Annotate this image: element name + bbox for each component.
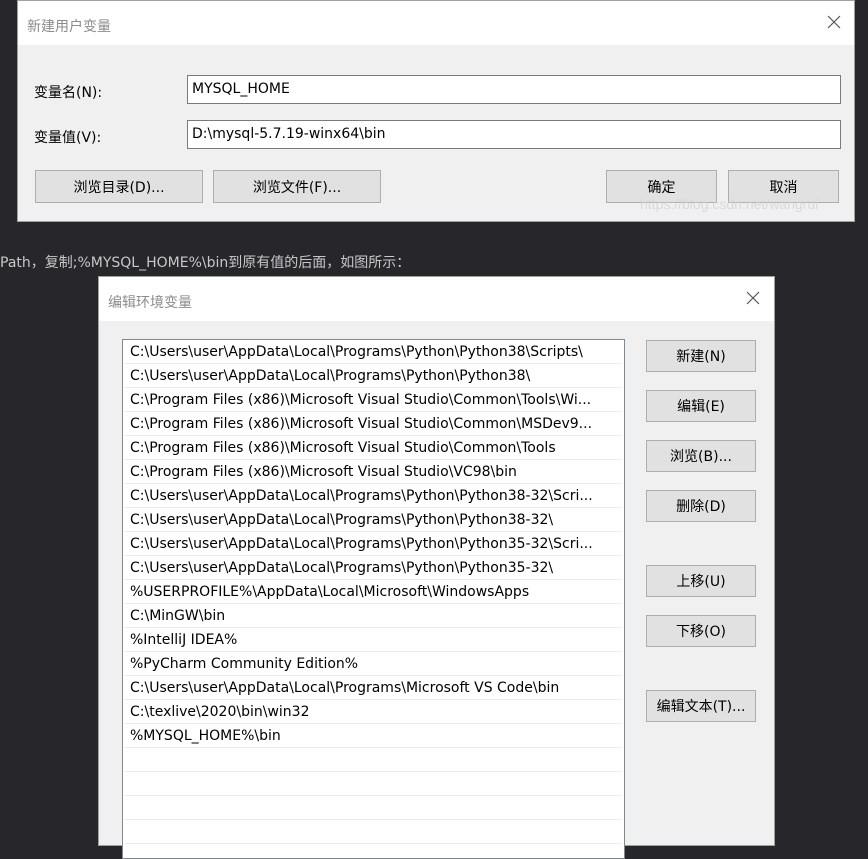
path-list-item[interactable]: C:\Program Files (x86)\Microsoft Visual …	[125, 388, 622, 412]
path-list-item[interactable]: C:\Users\user\AppData\Local\Programs\Pyt…	[125, 364, 622, 388]
path-list-item[interactable]: %PyCharm Community Edition%	[125, 652, 622, 676]
browse-button[interactable]: 浏览(B)...	[646, 440, 756, 472]
path-list-item[interactable]: C:\Users\user\AppData\Local\Programs\Pyt…	[125, 508, 622, 532]
instruction-text: Path，复制;%MYSQL_HOME%\bin到原有值的后面，如图所示：	[0, 255, 411, 271]
variable-value-input[interactable]: D:\mysql-5.7.19-winx64\bin	[187, 120, 841, 149]
path-list-item[interactable]: C:\Users\user\AppData\Local\Programs\Pyt…	[125, 532, 622, 556]
variable-name-input[interactable]: MYSQL_HOME	[187, 75, 841, 104]
path-list-item[interactable]: %IntelliJ IDEA%	[125, 628, 622, 652]
move-down-button[interactable]: 下移(O)	[646, 615, 756, 647]
path-list-item[interactable]: C:\MinGW\bin	[125, 604, 622, 628]
browse-directory-button[interactable]: 浏览目录(D)...	[35, 170, 203, 203]
edit-button[interactable]: 编辑(E)	[646, 390, 756, 422]
delete-button[interactable]: 删除(D)	[646, 490, 756, 522]
empty-list-row[interactable]	[125, 796, 622, 820]
path-list-item[interactable]: %MYSQL_HOME%\bin	[125, 724, 622, 748]
empty-list-row[interactable]	[125, 772, 622, 796]
close-button[interactable]	[740, 285, 766, 311]
new-user-variable-dialog: 新建用户变量 变量名(N): MYSQL_HOME 变量值(V): D:\mys…	[17, 0, 855, 222]
variable-value-label: 变量值(V):	[34, 130, 102, 146]
browse-file-button[interactable]: 浏览文件(F)...	[213, 170, 381, 203]
edit-environment-variable-dialog: 编辑环境变量 C:\Users\user\AppData\Local\Progr…	[98, 276, 775, 859]
path-list-item[interactable]: C:\Program Files (x86)\Microsoft Visual …	[125, 460, 622, 484]
path-list-item[interactable]: C:\Program Files (x86)\Microsoft Visual …	[125, 436, 622, 460]
title-bar: 新建用户变量	[18, 1, 854, 45]
empty-list-row[interactable]	[125, 748, 622, 772]
move-up-button[interactable]: 上移(U)	[646, 565, 756, 597]
path-list-item[interactable]: %USERPROFILE%\AppData\Local\Microsoft\Wi…	[125, 580, 622, 604]
close-icon	[827, 15, 841, 29]
dialog-title: 编辑环境变量	[108, 295, 192, 311]
new-button[interactable]: 新建(N)	[646, 340, 756, 372]
variable-name-label: 变量名(N):	[34, 85, 103, 101]
watermark-text: https://blog.csdn.net/wangrui	[640, 196, 819, 212]
empty-list-row[interactable]	[125, 820, 622, 844]
edit-text-button[interactable]: 编辑文本(T)...	[646, 690, 756, 722]
path-list-item[interactable]: C:\texlive\2020\bin\win32	[125, 700, 622, 724]
dialog-title: 新建用户变量	[27, 19, 111, 35]
path-list-item[interactable]: C:\Users\user\AppData\Local\Programs\Mic…	[125, 676, 622, 700]
title-bar: 编辑环境变量	[99, 277, 774, 321]
close-button[interactable]	[821, 9, 847, 35]
path-list[interactable]: C:\Users\user\AppData\Local\Programs\Pyt…	[122, 339, 625, 859]
close-icon	[746, 291, 760, 305]
path-list-item[interactable]: C:\Users\user\AppData\Local\Programs\Pyt…	[125, 484, 622, 508]
path-list-item[interactable]: C:\Users\user\AppData\Local\Programs\Pyt…	[125, 340, 622, 364]
path-list-item[interactable]: C:\Program Files (x86)\Microsoft Visual …	[125, 412, 622, 436]
path-list-item[interactable]: C:\Users\user\AppData\Local\Programs\Pyt…	[125, 556, 622, 580]
